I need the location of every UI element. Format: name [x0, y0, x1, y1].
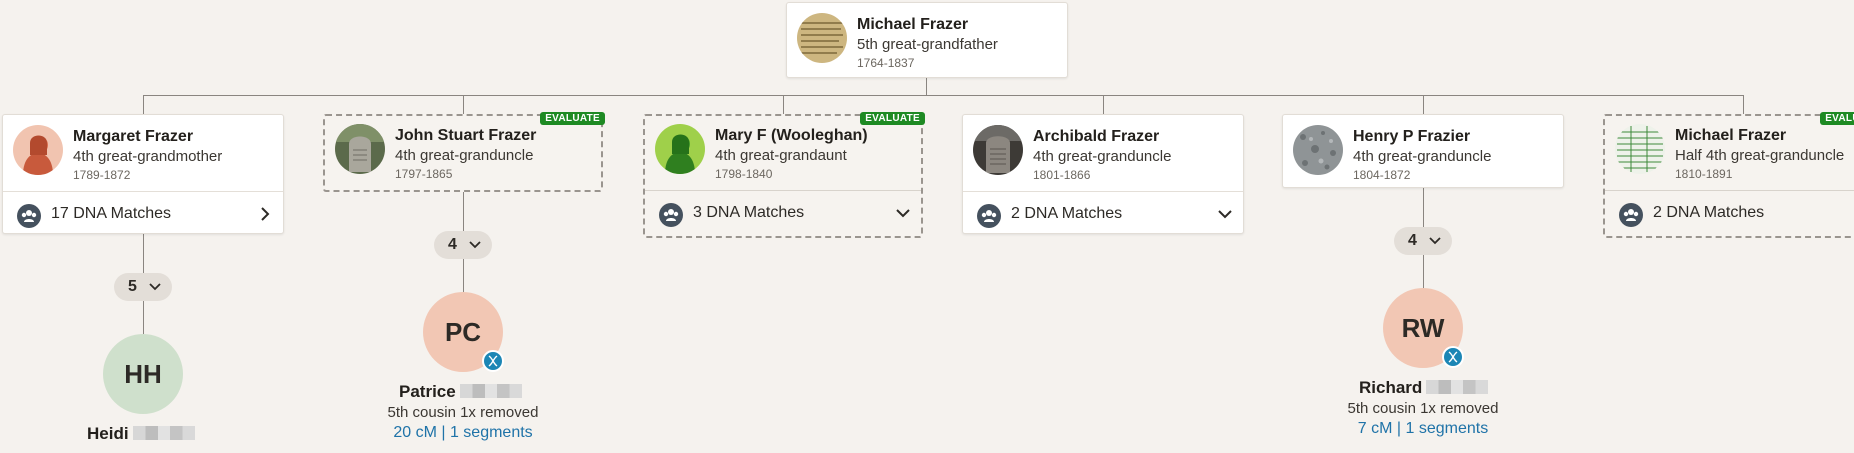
- person-info[interactable]: Michael Frazer Half 4th great-granduncle…: [1605, 114, 1854, 190]
- person-relation: 4th great-granduncle: [1033, 148, 1172, 165]
- connector-henry: [1423, 95, 1424, 115]
- person-card-mary[interactable]: EVALUATE Mary F (Wooleghan) 4th great-gr…: [643, 112, 925, 238]
- dna-matches-icon: [1619, 203, 1643, 227]
- match-first-name: Richard: [1359, 378, 1423, 397]
- chevron-down-icon[interactable]: [893, 203, 913, 223]
- dna-matches-icon: [977, 204, 1001, 228]
- connector-john: [463, 95, 464, 115]
- person-card-henry[interactable]: Henry P Frazier 4th great-granduncle 180…: [1282, 114, 1564, 188]
- dna-matches-label: 2 DNA Matches: [1653, 204, 1765, 221]
- gravestone-photo-icon: [335, 124, 385, 174]
- dna-matches-row[interactable]: 17 DNA Matches: [3, 191, 283, 233]
- dna-test-icon: [482, 350, 504, 372]
- chevron-down-icon[interactable]: [1215, 204, 1235, 224]
- match-count: 4: [1408, 232, 1417, 249]
- chevron-down-icon: [1429, 237, 1441, 245]
- person-card-john-stuart[interactable]: EVALUATE John Stuart Frazer 4th great-gr…: [323, 112, 605, 192]
- chevron-right-icon[interactable]: [255, 204, 275, 224]
- dna-matches-label: 2 DNA Matches: [1011, 205, 1123, 222]
- gravestone-photo-icon: [973, 125, 1023, 175]
- person-dates: 1797-1865: [395, 167, 453, 181]
- match-name[interactable]: Heidi: [87, 424, 195, 444]
- person-relation: 4th great-grandaunt: [715, 147, 847, 164]
- match-relationship: 5th cousin 1x removed: [387, 404, 539, 421]
- chevron-down-icon: [149, 283, 161, 291]
- person-dates: 1789-1872: [73, 168, 131, 182]
- connector-horizontal: [143, 95, 1744, 96]
- match-avatar[interactable]: HH: [103, 334, 183, 414]
- person-relation: 4th great-granduncle: [395, 147, 534, 164]
- shared-cm-link[interactable]: 20 cM | 1 segments: [363, 424, 563, 442]
- female-silhouette-icon: [655, 124, 705, 174]
- connector-root-down: [926, 78, 927, 96]
- dna-matches-row[interactable]: 2 DNA Matches: [963, 191, 1243, 233]
- redacted-surname: [459, 384, 522, 398]
- person-name[interactable]: Archibald Frazer: [1033, 128, 1159, 146]
- person-name[interactable]: Michael Frazer: [857, 16, 968, 34]
- person-info[interactable]: Margaret Frazer 4th great-grandmother 17…: [3, 115, 283, 191]
- person-dates: 1804-1872: [1353, 168, 1411, 182]
- redacted-surname: [132, 426, 195, 440]
- person-dates: 1798-1840: [715, 167, 773, 181]
- person-info[interactable]: Mary F (Wooleghan) 4th great-grandaunt 1…: [645, 114, 921, 190]
- expand-matches-button[interactable]: 4: [434, 231, 492, 259]
- person-relation: 5th great-grandfather: [857, 36, 998, 53]
- female-silhouette-icon: [13, 125, 63, 175]
- root-person-card[interactable]: Michael Frazer 5th great-grandfather 176…: [786, 2, 1068, 78]
- person-card-archibald[interactable]: Archibald Frazer 4th great-granduncle 18…: [962, 114, 1244, 234]
- person-dates: 1810-1891: [1675, 167, 1733, 181]
- person-name[interactable]: John Stuart Frazer: [395, 127, 536, 145]
- person-info[interactable]: Henry P Frazier 4th great-granduncle 180…: [1283, 115, 1563, 191]
- person-name[interactable]: Margaret Frazer: [73, 128, 193, 146]
- match-first-name: Heidi: [87, 424, 129, 443]
- document-photo-icon: [797, 13, 847, 63]
- person-name[interactable]: Henry P Frazier: [1353, 128, 1470, 146]
- match-relationship: 5th cousin 1x removed: [1347, 400, 1499, 417]
- match-first-name: Patrice: [399, 382, 456, 401]
- connector-margaret: [143, 95, 144, 115]
- person-info[interactable]: John Stuart Frazer 4th great-granduncle …: [325, 114, 601, 190]
- person-relation: 4th great-grandmother: [73, 148, 223, 165]
- chevron-down-icon: [469, 241, 481, 249]
- person-info[interactable]: Archibald Frazer 4th great-granduncle 18…: [963, 115, 1243, 191]
- expand-matches-button[interactable]: 4: [1394, 227, 1452, 255]
- person-name[interactable]: Mary F (Wooleghan): [715, 127, 868, 145]
- person-relation: Half 4th great-granduncle: [1675, 147, 1845, 164]
- connector-archibald: [1103, 95, 1104, 115]
- dna-matches-row[interactable]: 2 DNA Matches: [1605, 190, 1854, 236]
- dna-matches-icon: [659, 203, 683, 227]
- dna-matches-icon: [17, 204, 41, 228]
- redacted-surname: [1426, 380, 1489, 394]
- dna-test-icon: [1442, 346, 1464, 368]
- person-card-margaret[interactable]: Margaret Frazer 4th great-grandmother 17…: [2, 114, 284, 234]
- person-info[interactable]: Michael Frazer 5th great-grandfather 176…: [787, 3, 1067, 79]
- expand-matches-button[interactable]: 5: [114, 273, 172, 301]
- person-dates: 1764-1837: [857, 56, 915, 70]
- dna-matches-row[interactable]: 3 DNA Matches: [645, 190, 921, 236]
- connector-mary: [783, 95, 784, 115]
- person-name[interactable]: Michael Frazer: [1675, 127, 1786, 145]
- person-dates: 1801-1866: [1033, 168, 1091, 182]
- shared-cm-link[interactable]: 7 cM | 1 segments: [1323, 420, 1523, 438]
- match-name[interactable]: Patrice: [399, 382, 522, 402]
- connector-michael-half: [1743, 95, 1744, 115]
- document-photo-icon: [1615, 124, 1665, 174]
- match-count: 4: [448, 236, 457, 253]
- match-name[interactable]: Richard: [1359, 378, 1489, 398]
- dna-matches-label: 17 DNA Matches: [51, 205, 172, 222]
- person-relation: 4th great-granduncle: [1353, 148, 1492, 165]
- match-count: 5: [128, 278, 137, 295]
- dna-matches-label: 3 DNA Matches: [693, 204, 805, 221]
- stone-photo-icon: [1293, 125, 1343, 175]
- person-card-michael-half[interactable]: EVALUATE Michael Frazer Half 4th great-g…: [1603, 112, 1854, 238]
